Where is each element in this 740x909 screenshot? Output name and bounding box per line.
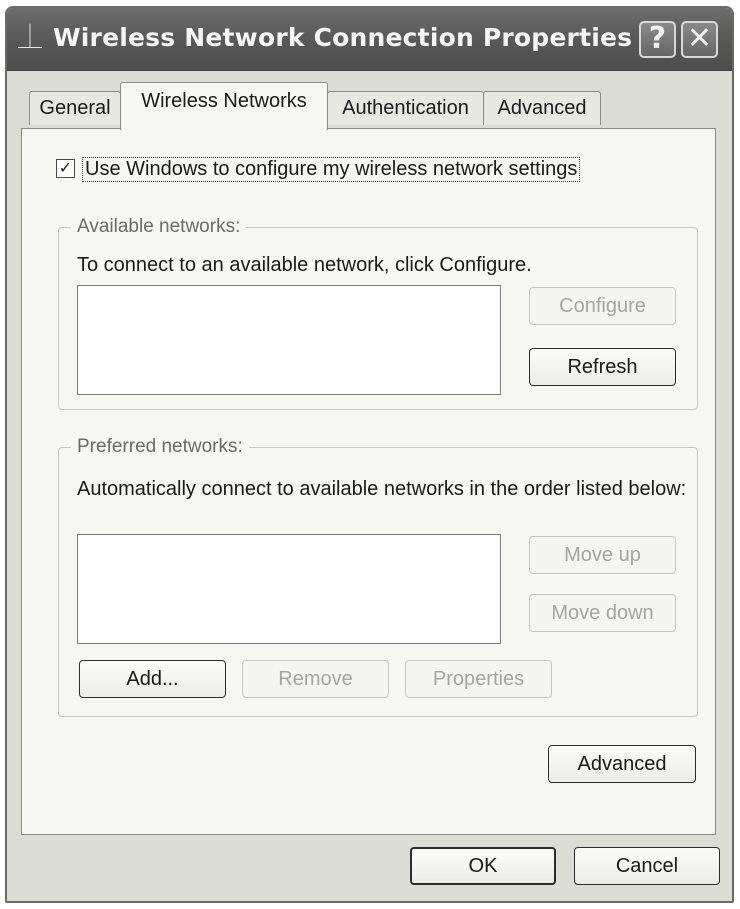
title-bar[interactable]: ⏊ Wireless Network Connection Properties… [7, 8, 732, 71]
preferred-networks-list[interactable] [77, 534, 501, 644]
available-networks-description: To connect to an available network, clic… [77, 254, 532, 276]
use-windows-label[interactable]: Use Windows to configure my wireless net… [82, 157, 581, 182]
move-up-button[interactable]: Move up [529, 536, 676, 574]
use-windows-checkbox[interactable]: ✓ [56, 159, 75, 178]
preferred-networks-group: Preferred networks: Automatically connec… [58, 436, 698, 717]
ok-button[interactable]: OK [410, 847, 556, 885]
available-networks-group: Available networks: To connect to an ava… [58, 216, 698, 410]
tab-authentication[interactable]: Authentication [327, 91, 484, 125]
available-networks-list[interactable] [77, 285, 501, 395]
properties-button[interactable]: Properties [405, 660, 552, 698]
tab-advanced[interactable]: Advanced [483, 91, 601, 125]
remove-button[interactable]: Remove [242, 660, 389, 698]
preferred-networks-description: Automatically connect to available netwo… [77, 478, 687, 500]
window-title: Wireless Network Connection Properties [53, 23, 633, 52]
network-plug-icon: ⏊ [18, 24, 42, 51]
help-button[interactable]: ? [639, 21, 676, 58]
tab-wireless-networks[interactable]: Wireless Networks [120, 82, 328, 130]
close-button[interactable]: ✕ [681, 21, 718, 58]
preferred-networks-legend: Preferred networks: [71, 436, 249, 458]
move-down-button[interactable]: Move down [529, 594, 676, 632]
cancel-button[interactable]: Cancel [574, 847, 720, 885]
wireless-networks-panel: ✓ Use Windows to configure my wireless n… [21, 128, 716, 835]
add-button[interactable]: Add... [79, 660, 226, 698]
properties-dialog: ⏊ Wireless Network Connection Properties… [5, 6, 734, 903]
tab-strip: General Wireless Networks Authentication… [7, 82, 732, 132]
available-networks-legend: Available networks: [71, 216, 247, 238]
configure-button[interactable]: Configure [529, 287, 676, 325]
refresh-button[interactable]: Refresh [529, 348, 676, 386]
advanced-button[interactable]: Advanced [548, 745, 696, 783]
tab-general[interactable]: General [29, 91, 121, 125]
